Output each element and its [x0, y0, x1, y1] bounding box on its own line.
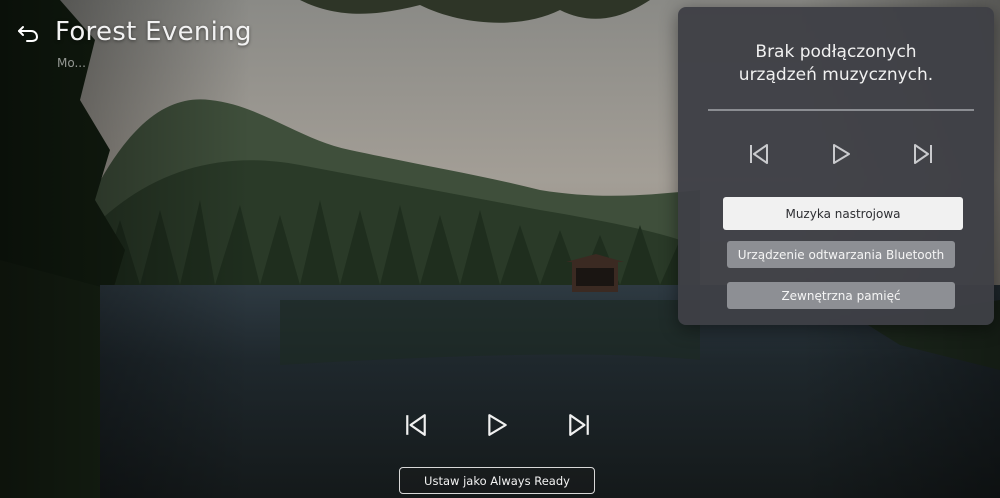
back-arrow-icon: [18, 26, 39, 42]
play-button[interactable]: [482, 410, 512, 440]
external-storage-button[interactable]: Zewnętrzna pamięć: [727, 282, 955, 309]
skip-next-icon: [569, 414, 589, 436]
play-icon: [833, 144, 850, 164]
back-button[interactable]: [14, 20, 42, 48]
previous-button[interactable]: [401, 410, 431, 440]
set-always-ready-button[interactable]: Ustaw jako Always Ready: [399, 467, 595, 494]
message-line-1: Brak podłączonych: [755, 42, 917, 62]
mood-music-button[interactable]: Muzyka nastrojowa: [723, 197, 963, 230]
panel-playback-controls: [678, 139, 994, 179]
page-subtitle: Mo...: [57, 56, 86, 70]
next-button[interactable]: [564, 410, 594, 440]
panel-previous-button[interactable]: [744, 139, 774, 169]
panel-divider: [708, 109, 974, 111]
music-source-panel: Brak podłączonych urządzeń muzycznych. M…: [678, 7, 994, 325]
no-devices-message: Brak podłączonych urządzeń muzycznych.: [678, 41, 994, 87]
message-line-2: urządzeń muzycznych.: [738, 65, 934, 85]
panel-next-button[interactable]: [908, 139, 938, 169]
play-icon: [488, 414, 507, 436]
skip-next-icon: [914, 144, 932, 164]
page-title: Forest Evening: [55, 17, 252, 47]
main-playback-controls: [0, 408, 1000, 444]
panel-play-button[interactable]: [826, 139, 856, 169]
skip-previous-icon: [750, 144, 768, 164]
skip-previous-icon: [406, 414, 426, 436]
bluetooth-device-button[interactable]: Urządzenie odtwarzania Bluetooth: [727, 241, 955, 268]
